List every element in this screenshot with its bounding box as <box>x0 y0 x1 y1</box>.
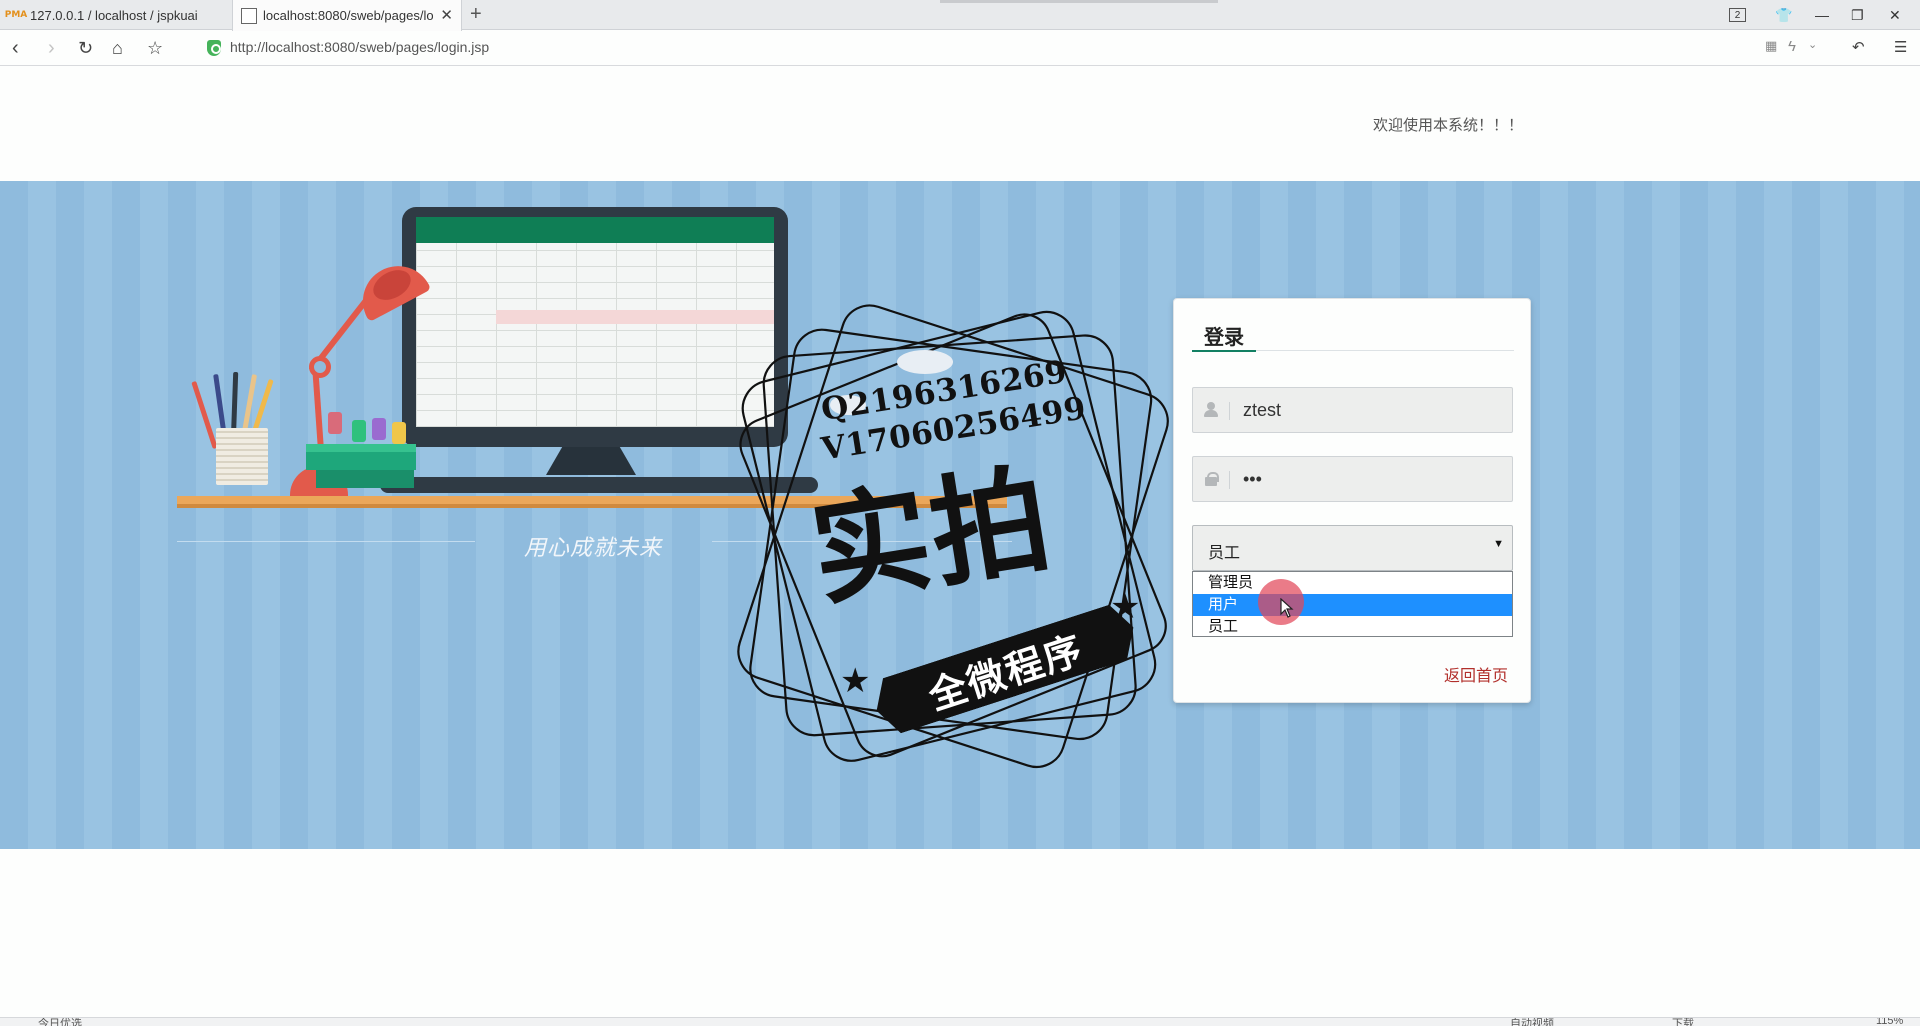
bookmark-star-icon[interactable]: ☆ <box>147 36 163 60</box>
status-left-text[interactable]: 今日优选 <box>38 1018 82 1026</box>
forward-icon[interactable]: › <box>48 36 55 60</box>
phpmyadmin-icon: PMA <box>4 10 28 20</box>
new-tab-icon[interactable]: + <box>470 3 482 26</box>
role-select[interactable]: 员工 ▼ <box>1192 525 1513 571</box>
field-separator <box>1229 402 1230 420</box>
username-field[interactable] <box>1192 387 1513 433</box>
bottle-illustration <box>372 418 386 440</box>
lightning-icon[interactable]: ϟ <box>1788 38 1796 55</box>
mouse-pointer-icon <box>1280 598 1294 618</box>
window-count-badge[interactable]: 2 <box>1729 0 1746 30</box>
slogan-text: 用心成就未来 <box>524 536 663 561</box>
role-option-employee[interactable]: 员工 <box>1193 616 1512 638</box>
minimize-icon[interactable]: — <box>1815 0 1829 30</box>
qr-icon[interactable]: ▦ <box>1765 38 1777 54</box>
close-tab-icon[interactable]: ✕ <box>440 6 453 24</box>
tab-title: 127.0.0.1 / localhost / jspkuai <box>30 7 198 23</box>
password-field[interactable] <box>1192 456 1513 502</box>
field-separator <box>1229 471 1230 489</box>
menu-icon[interactable]: ☰ <box>1894 38 1907 56</box>
role-select-value: 员工 <box>1208 545 1241 562</box>
username-input[interactable] <box>1243 388 1503 432</box>
page-icon <box>241 7 257 24</box>
tab-title: localhost:8080/sweb/pages/lo <box>263 8 433 23</box>
star-icon: ★ <box>1110 588 1141 626</box>
star-icon: ★ <box>840 662 871 700</box>
reload-icon[interactable]: ↻ <box>78 36 93 60</box>
role-dropdown-list: 管理员 用户 员工 <box>1192 571 1513 637</box>
bottle-illustration <box>352 420 366 442</box>
url-field[interactable]: http://localhost:8080/sweb/pages/login.j… <box>230 39 489 55</box>
divider-line <box>177 541 475 542</box>
back-home-link[interactable]: 返回首页 <box>1444 662 1508 686</box>
role-option-user[interactable]: 用户 <box>1193 594 1512 616</box>
cloud-shape <box>897 350 953 374</box>
login-panel: 登录 员工 ▼ 管理员 用户 员工 返回首页 <box>1173 298 1531 703</box>
status-item[interactable]: 自动视频 <box>1510 1018 1554 1026</box>
window-close-icon[interactable]: ✕ <box>1889 0 1901 30</box>
zoom-level[interactable]: 115% <box>1876 1018 1903 1026</box>
address-bar: ‹ › ↻ ⌂ ☆ http://localhost:8080/sweb/pag… <box>0 31 1920 66</box>
undo-icon[interactable]: ↶ <box>1852 38 1865 56</box>
lamp-joint <box>309 356 331 378</box>
books-illustration <box>316 470 414 488</box>
status-bar: 今日优选 自动视频 下载 115% <box>0 1017 1920 1026</box>
bottle-illustration <box>328 412 342 434</box>
user-icon <box>1203 402 1219 418</box>
skin-icon[interactable]: 👕 <box>1775 0 1792 30</box>
password-input[interactable] <box>1243 457 1503 501</box>
chevron-down-icon[interactable]: ⌄ <box>1808 38 1817 51</box>
login-tabs: 登录 <box>1192 315 1514 352</box>
home-icon[interactable]: ⌂ <box>112 36 123 60</box>
pencil-cup-illustration <box>216 428 268 485</box>
browser-tab-login[interactable]: localhost:8080/sweb/pages/lo ✕ <box>232 0 462 31</box>
browser-tab-phpmyadmin[interactable]: PMA 127.0.0.1 / localhost / jspkuai <box>0 0 230 30</box>
restore-icon[interactable]: ❐ <box>1851 0 1864 30</box>
status-item[interactable]: 下载 <box>1672 1018 1694 1026</box>
lock-icon <box>1203 471 1219 487</box>
drag-strip <box>940 0 1218 3</box>
browser-tab-bar: PMA 127.0.0.1 / localhost / jspkuai loca… <box>0 0 1920 31</box>
role-option-admin[interactable]: 管理员 <box>1193 572 1512 594</box>
tab-login[interactable]: 登录 <box>1192 315 1256 352</box>
back-icon[interactable]: ‹ <box>12 36 19 60</box>
secure-shield-icon <box>207 40 221 56</box>
bottle-illustration <box>392 422 406 444</box>
books-illustration <box>306 444 416 470</box>
screen-header <box>416 217 774 243</box>
welcome-text: 欢迎使用本系统！！！ <box>1373 117 1524 134</box>
dropdown-arrow-icon: ▼ <box>1493 538 1504 550</box>
